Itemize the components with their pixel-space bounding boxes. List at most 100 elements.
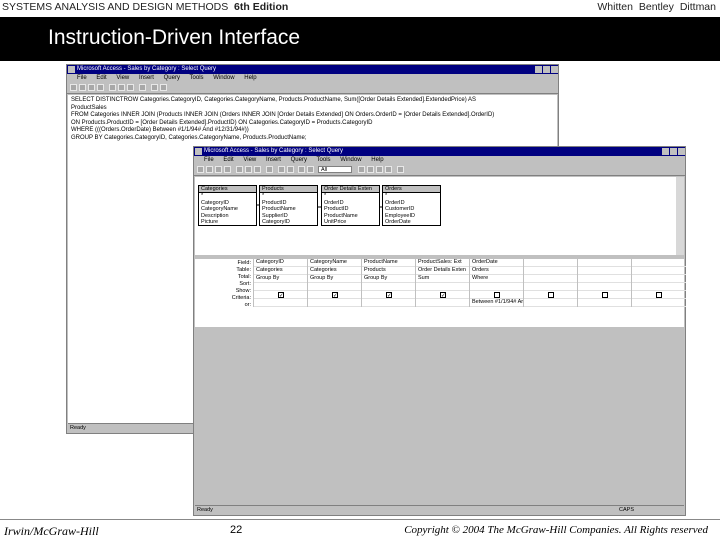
grid-sort-cell[interactable]: [362, 283, 416, 291]
print-icon[interactable]: [215, 166, 222, 173]
maximize-button[interactable]: [543, 66, 550, 73]
grid-criteria-cell[interactable]: [254, 299, 308, 307]
table-diagram-pane[interactable]: Categories * CategoryID CategoryName Des…: [195, 177, 684, 255]
menu-tools[interactable]: Tools: [190, 75, 204, 81]
grid-total-cell[interactable]: Group By: [308, 275, 362, 283]
database-window-icon[interactable]: [376, 166, 383, 173]
copy-icon[interactable]: [118, 84, 125, 91]
access-app-icon[interactable]: [68, 66, 75, 73]
menu-window[interactable]: Window: [340, 157, 361, 163]
grid-total-cell[interactable]: Group By: [362, 275, 416, 283]
grid-column[interactable]: ProductName Products Group By ✓: [361, 259, 416, 307]
grid-column[interactable]: ProductSales: Ext Order Details Exten Su…: [415, 259, 470, 307]
show-table-icon[interactable]: [298, 166, 305, 173]
query-type-icon[interactable]: [151, 84, 158, 91]
close-button[interactable]: [678, 148, 685, 155]
grid-field-cell[interactable]: ProductSales: Ext: [416, 259, 470, 267]
menu-tools[interactable]: Tools: [317, 157, 331, 163]
show-checkbox[interactable]: ✓: [332, 292, 338, 298]
grid-column[interactable]: CategoryID Categories Group By ✓: [253, 259, 308, 307]
grid-table-cell[interactable]: [524, 267, 578, 275]
grid-sort-cell[interactable]: [578, 283, 632, 291]
menu-view[interactable]: View: [243, 157, 256, 163]
menu-help[interactable]: Help: [244, 75, 256, 81]
grid-total-cell[interactable]: Group By: [254, 275, 308, 283]
top-values-combo[interactable]: All: [318, 166, 352, 173]
menu-insert[interactable]: Insert: [139, 75, 154, 81]
show-checkbox[interactable]: [494, 292, 500, 298]
grid-show-cell[interactable]: [470, 291, 524, 299]
grid-sort-cell[interactable]: [254, 283, 308, 291]
menu-query[interactable]: Query: [291, 157, 307, 163]
grid-table-cell[interactable]: Categories: [308, 267, 362, 275]
grid-table-cell[interactable]: Order Details Exten: [416, 267, 470, 275]
run-icon[interactable]: [287, 166, 294, 173]
grid-show-cell[interactable]: [578, 291, 632, 299]
menu-help[interactable]: Help: [371, 157, 383, 163]
grid-table-cell[interactable]: Products: [362, 267, 416, 275]
show-checkbox[interactable]: [656, 292, 662, 298]
run-icon[interactable]: [160, 84, 167, 91]
preview-icon[interactable]: [224, 166, 231, 173]
grid-criteria-cell[interactable]: Between #1/1/94# An: [470, 299, 524, 307]
grid-table-cell[interactable]: [632, 267, 686, 275]
grid-show-cell[interactable]: [524, 291, 578, 299]
undo-icon[interactable]: [139, 84, 146, 91]
preview-icon[interactable]: [97, 84, 104, 91]
show-checkbox[interactable]: ✓: [386, 292, 392, 298]
minimize-button[interactable]: [662, 148, 669, 155]
minimize-button[interactable]: [535, 66, 542, 73]
maximize-button[interactable]: [670, 148, 677, 155]
cut-icon[interactable]: [109, 84, 116, 91]
grid-sort-cell[interactable]: [632, 283, 686, 291]
design-grid[interactable]: Field: Table: Total: Sort: Show: Criteri…: [195, 259, 686, 327]
view-button[interactable]: [197, 166, 204, 173]
grid-column[interactable]: [631, 259, 686, 307]
query-type-icon[interactable]: [278, 166, 285, 173]
cut-icon[interactable]: [236, 166, 243, 173]
window-titlebar[interactable]: Microsoft Access - Sales by Category : S…: [194, 147, 685, 156]
view-button[interactable]: [70, 84, 77, 91]
grid-criteria-cell[interactable]: [632, 299, 686, 307]
paste-icon[interactable]: [127, 84, 134, 91]
grid-show-cell[interactable]: ✓: [362, 291, 416, 299]
undo-icon[interactable]: [266, 166, 273, 173]
grid-sort-cell[interactable]: [524, 283, 578, 291]
grid-table-cell[interactable]: Categories: [254, 267, 308, 275]
show-checkbox[interactable]: ✓: [440, 292, 446, 298]
menu-edit[interactable]: Edit: [223, 157, 233, 163]
grid-show-cell[interactable]: ✓: [416, 291, 470, 299]
access-app-icon[interactable]: [195, 148, 202, 155]
grid-table-cell[interactable]: Orders: [470, 267, 524, 275]
menu-view[interactable]: View: [116, 75, 129, 81]
grid-criteria-cell[interactable]: [362, 299, 416, 307]
grid-field-cell[interactable]: [578, 259, 632, 267]
grid-field-cell[interactable]: [632, 259, 686, 267]
grid-show-cell[interactable]: [632, 291, 686, 299]
grid-total-cell[interactable]: Where: [470, 275, 524, 283]
grid-column[interactable]: [577, 259, 632, 307]
grid-field-cell[interactable]: OrderDate: [470, 259, 524, 267]
grid-column[interactable]: [523, 259, 578, 307]
grid-field-cell[interactable]: ProductName: [362, 259, 416, 267]
grid-show-cell[interactable]: ✓: [308, 291, 362, 299]
window-titlebar[interactable]: Microsoft Access - Sales by Category : S…: [67, 65, 558, 74]
grid-show-cell[interactable]: ✓: [254, 291, 308, 299]
close-button[interactable]: [551, 66, 558, 73]
menu-insert[interactable]: Insert: [266, 157, 281, 163]
grid-criteria-cell[interactable]: [578, 299, 632, 307]
grid-sort-cell[interactable]: [308, 283, 362, 291]
save-icon[interactable]: [79, 84, 86, 91]
diagram-vertical-scrollbar[interactable]: [676, 177, 684, 255]
menu-window[interactable]: Window: [213, 75, 234, 81]
grid-field-cell[interactable]: CategoryID: [254, 259, 308, 267]
help-icon[interactable]: [397, 166, 404, 173]
grid-sort-cell[interactable]: [470, 283, 524, 291]
grid-table-cell[interactable]: [578, 267, 632, 275]
grid-total-cell[interactable]: Sum: [416, 275, 470, 283]
menu-edit[interactable]: Edit: [96, 75, 106, 81]
show-checkbox[interactable]: [548, 292, 554, 298]
grid-total-cell[interactable]: [578, 275, 632, 283]
grid-sort-cell[interactable]: [416, 283, 470, 291]
copy-icon[interactable]: [245, 166, 252, 173]
